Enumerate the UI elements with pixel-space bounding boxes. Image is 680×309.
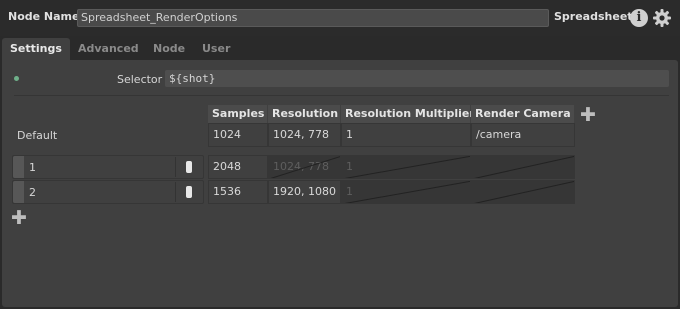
default-row-label: Default	[17, 129, 58, 142]
row-separator	[175, 182, 176, 202]
inherit-slash	[344, 156, 470, 178]
node-name-field[interactable]: Spreadsheet_RenderOptions	[77, 9, 549, 27]
row-drag-grip[interactable]	[13, 156, 24, 178]
divider	[14, 95, 669, 96]
tab-user[interactable]: User	[202, 38, 230, 60]
default-samples-cell[interactable]: 1024	[208, 123, 268, 147]
info-icon[interactable]: i	[630, 9, 648, 27]
settings-panel: Selector ${shot} Samples Resolution Reso…	[2, 60, 678, 307]
row-label: 2	[29, 186, 36, 199]
default-render-camera-cell[interactable]: /camera	[471, 123, 575, 147]
row-enable-toggle[interactable]	[186, 161, 192, 173]
selector-field[interactable]: ${shot}	[165, 70, 669, 87]
inherit-slash	[474, 156, 574, 178]
row1-render-camera-cell[interactable]	[471, 155, 575, 179]
row1-resolution-cell[interactable]: 1024, 778	[268, 155, 341, 179]
tab-node[interactable]: Node	[153, 38, 185, 60]
tab-bar: Settings Advanced Node User	[0, 38, 680, 60]
row-drag-grip[interactable]	[13, 181, 24, 203]
status-indicator	[14, 76, 19, 81]
column-header-resolution[interactable]: Resolution	[268, 105, 340, 123]
inherit-slash	[474, 181, 574, 203]
node-header: Node Name Spreadsheet_RenderOptions Spre…	[0, 0, 680, 36]
column-header-samples[interactable]: Samples	[208, 105, 267, 123]
row-enable-toggle[interactable]	[186, 186, 192, 198]
selector-label: Selector	[117, 73, 163, 86]
default-resolution-multiplier-cell[interactable]: 1	[341, 123, 471, 147]
row-separator	[175, 157, 176, 177]
inherit-slash	[344, 181, 470, 203]
column-header-render-camera[interactable]: Render Camera	[471, 105, 574, 123]
row-handle-2[interactable]: 2	[12, 180, 204, 204]
column-header-resolution-multiplier[interactable]: Resolution Multiplier	[341, 105, 475, 123]
node-name-label: Node Name	[8, 10, 80, 23]
inherit-slash	[270, 156, 340, 178]
gear-icon[interactable]	[652, 8, 672, 28]
row1-resolution-multiplier-cell[interactable]: 1	[341, 155, 471, 179]
row2-resolution-multiplier-cell[interactable]: 1	[341, 180, 471, 204]
row1-samples-cell[interactable]: 2048	[208, 155, 268, 179]
add-row-icon[interactable]: ✚	[11, 209, 27, 228]
tab-advanced[interactable]: Advanced	[78, 38, 139, 60]
row-label: 1	[29, 161, 36, 174]
add-column-icon[interactable]: ✚	[580, 106, 596, 125]
row2-samples-cell[interactable]: 1536	[208, 180, 268, 204]
node-type-label: Spreadsheet	[554, 10, 633, 23]
row-handle-1[interactable]: 1	[12, 155, 204, 179]
row2-resolution-cell[interactable]: 1920, 1080	[268, 180, 341, 204]
tab-settings[interactable]: Settings	[2, 38, 70, 60]
row2-render-camera-cell[interactable]	[471, 180, 575, 204]
default-resolution-cell[interactable]: 1024, 778	[268, 123, 341, 147]
